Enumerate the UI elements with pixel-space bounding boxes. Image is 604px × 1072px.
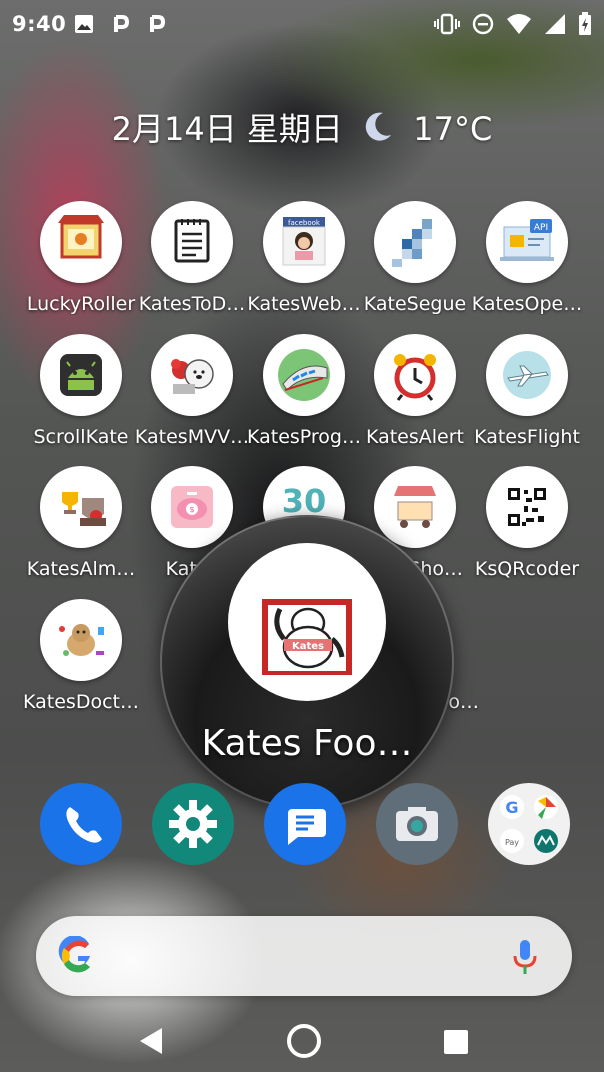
qr-code-icon xyxy=(486,466,568,548)
navigation-bar xyxy=(0,1012,604,1072)
dock-google-apps-folder[interactable]: G Pay xyxy=(488,783,570,865)
app-drag-magnifier[interactable]: Kates Kates Foo… xyxy=(160,515,454,809)
image-icon xyxy=(75,15,93,33)
api-icon: API xyxy=(486,201,568,283)
app-luckyroller[interactable]: LuckyRoller xyxy=(23,201,139,315)
app-scrollkate[interactable]: ScrollKate xyxy=(23,334,139,448)
svg-text:facebook: facebook xyxy=(288,219,321,227)
dnd-icon xyxy=(472,13,494,35)
wifi-icon xyxy=(507,14,531,34)
date-weather-widget[interactable]: 2月14日 星期日 17°C xyxy=(0,104,604,150)
message-icon xyxy=(288,809,326,845)
app-label: KatesProg… xyxy=(246,426,361,448)
android-robot-icon xyxy=(40,334,122,416)
svg-text:API: API xyxy=(534,223,548,233)
back-icon[interactable] xyxy=(138,1026,166,1056)
app-label: KatesWeb… xyxy=(247,293,361,315)
status-time: 9:40 xyxy=(12,12,67,36)
app-label: KatesOpe… xyxy=(471,293,583,315)
app-label: KatesAlert xyxy=(365,426,465,448)
app-label: KsQRcoder xyxy=(474,558,580,580)
app-label: KatesAlm… xyxy=(26,558,136,580)
dock-settings-button[interactable] xyxy=(152,783,234,865)
piggy-bank-icon: $ xyxy=(151,466,233,548)
app-ksqrcoder[interactable]: KsQRcoder xyxy=(469,466,585,580)
recents-icon[interactable] xyxy=(442,1028,470,1056)
app-label: KatesDoct… xyxy=(23,691,139,713)
google-logo-icon xyxy=(58,936,90,973)
camera-icon xyxy=(396,807,438,841)
lucky-roller-icon xyxy=(40,201,122,283)
app-katesegue[interactable]: KateSegue xyxy=(357,201,473,315)
app-katesflight[interactable]: KatesFlight xyxy=(469,334,585,448)
todo-notepad-icon xyxy=(151,201,233,283)
moon-icon xyxy=(365,112,392,141)
google-apps-folder-icon: G Pay xyxy=(500,795,558,853)
app-katesmvvm[interactable]: KatesMVV… xyxy=(134,334,250,448)
dock-camera-button[interactable] xyxy=(376,783,458,865)
app-label: KatesToD… xyxy=(138,293,246,315)
app-katesopen[interactable]: API KatesOpe… xyxy=(469,201,585,315)
signal-icon xyxy=(545,14,565,34)
app-katesdoctor[interactable]: KatesDoct… xyxy=(23,599,139,713)
train-icon xyxy=(263,334,345,416)
doctor-dog-icon xyxy=(40,599,122,681)
google-search-bar[interactable] xyxy=(36,916,572,996)
phone-icon xyxy=(66,807,102,843)
airplane-icon xyxy=(486,334,568,416)
kates-food-icon: Kates xyxy=(228,543,386,701)
app-label: KatesFlight xyxy=(474,426,580,448)
status-bar: 9:40 xyxy=(0,0,604,50)
svg-text:Pay: Pay xyxy=(505,838,519,847)
app-label: LuckyRoller xyxy=(26,293,136,315)
alarm-clock-icon xyxy=(374,334,456,416)
date-label: 2月14日 星期日 xyxy=(111,110,343,148)
dragged-app-label: Kates Foo… xyxy=(201,723,413,764)
facebook-profile-icon: facebook xyxy=(263,201,345,283)
battery-charging-icon xyxy=(579,12,591,35)
p-icon xyxy=(150,15,165,32)
app-katesweb[interactable]: facebook KatesWeb… xyxy=(246,201,362,315)
vibrate-icon xyxy=(434,13,460,35)
trophy-icon xyxy=(40,466,122,548)
bear-icon xyxy=(151,334,233,416)
temperature-label: 17°C xyxy=(413,110,493,148)
svg-text:$: $ xyxy=(189,505,194,514)
home-icon[interactable] xyxy=(285,1022,323,1060)
gear-icon xyxy=(169,800,217,848)
app-label: KatesMVV… xyxy=(134,426,250,448)
app-label: ScrollKate xyxy=(33,426,129,448)
app-katestodo[interactable]: KatesToD… xyxy=(134,201,250,315)
segue-blocks-icon xyxy=(374,201,456,283)
mic-icon[interactable] xyxy=(512,938,538,976)
dock-phone-button[interactable] xyxy=(40,783,122,865)
app-katesalm[interactable]: KatesAlm… xyxy=(23,466,139,580)
app-label: KateSegue xyxy=(363,293,467,315)
dock-messages-button[interactable] xyxy=(264,783,346,865)
p-icon xyxy=(114,15,129,32)
svg-text:G: G xyxy=(505,798,518,817)
kates-food-icon-text: Kates xyxy=(292,641,324,652)
shop-stall-icon xyxy=(374,466,456,548)
app-katesalert[interactable]: KatesAlert xyxy=(357,334,473,448)
app-katesprog[interactable]: KatesProg… xyxy=(246,334,362,448)
